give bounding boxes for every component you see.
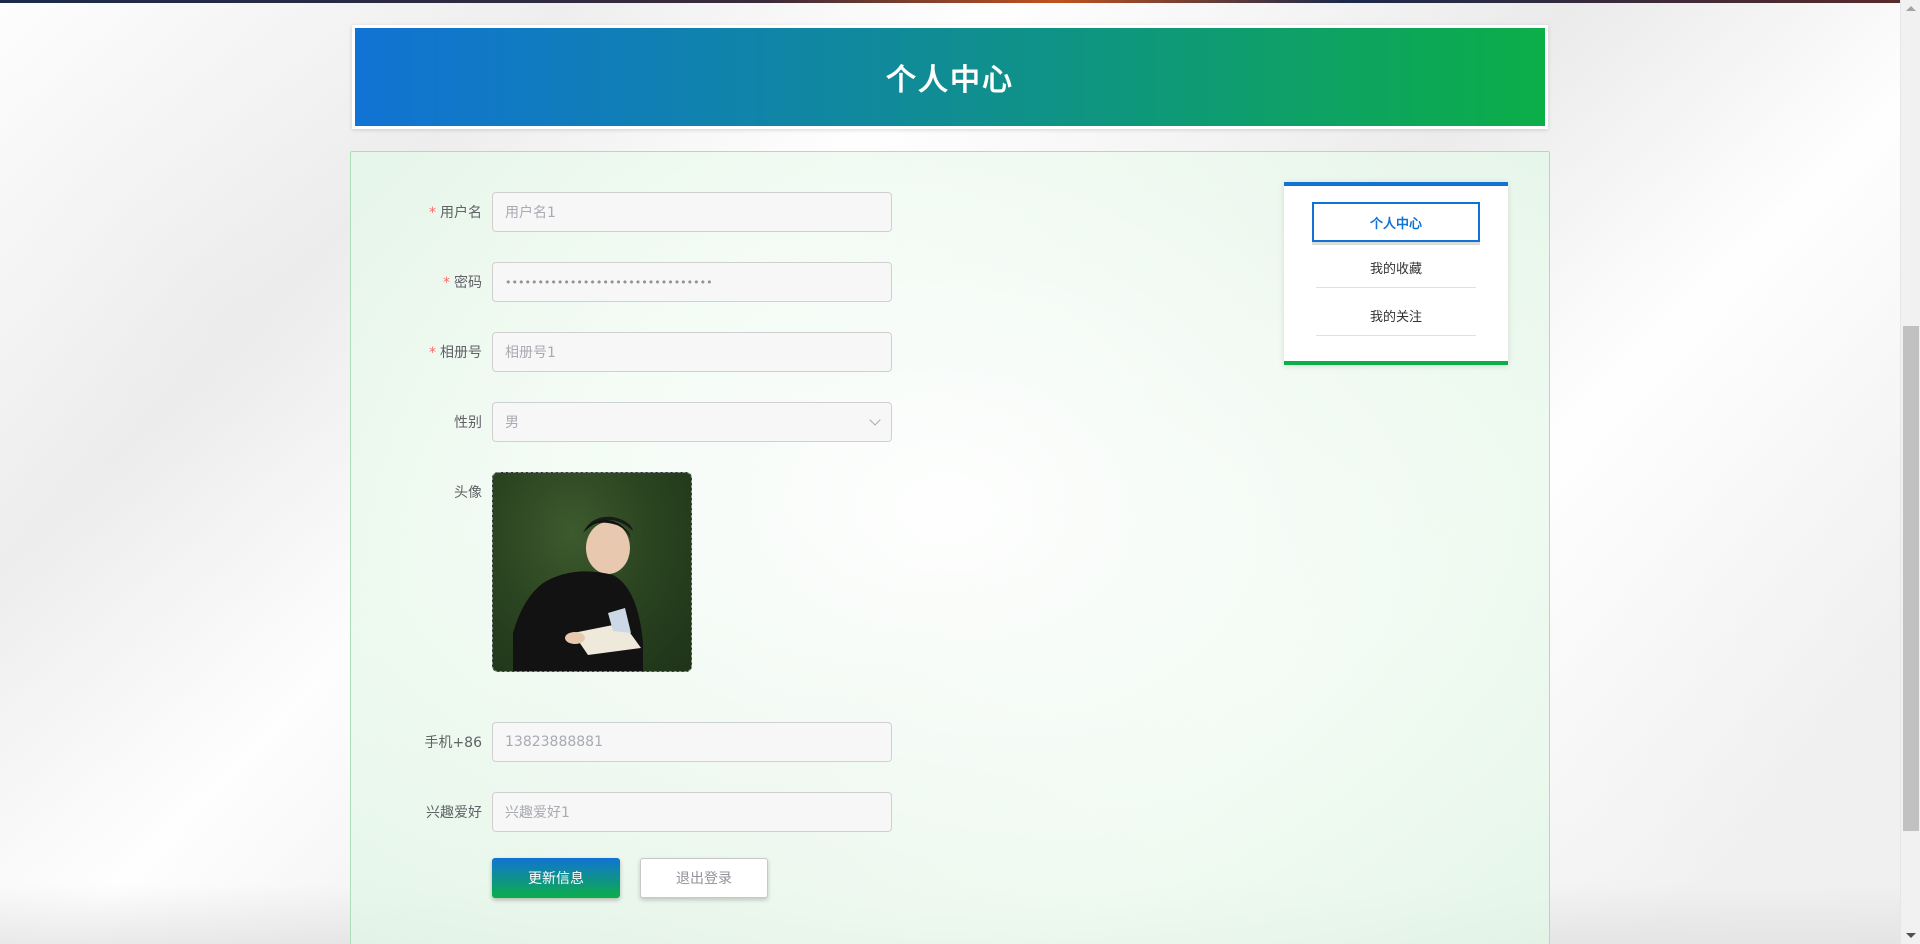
avatar-label: 头像 xyxy=(454,485,482,501)
avatar-upload[interactable] xyxy=(492,472,692,672)
required-mark: * xyxy=(429,345,436,361)
required-mark: * xyxy=(443,275,450,291)
page-title: 个人中心 xyxy=(886,63,1014,98)
album-label: * 相册号 xyxy=(429,345,482,361)
page-scrollbar[interactable] xyxy=(1900,0,1920,944)
avatar-row: 头像 xyxy=(351,472,692,672)
update-info-button[interactable]: 更新信息 xyxy=(492,858,620,898)
scroll-up-icon[interactable] xyxy=(1906,6,1916,11)
album-input[interactable]: 相册号1 xyxy=(492,332,892,372)
username-label: * 用户名 xyxy=(429,205,482,221)
top-decor-strip xyxy=(0,0,1920,3)
profile-panel: * 用户名 用户名1 * 密码 ••••••••••••••••••••••••••… xyxy=(350,151,1550,944)
gender-select[interactable]: 男 xyxy=(492,402,892,442)
username-row: * 用户名 用户名1 xyxy=(351,192,892,232)
side-item-profile[interactable]: 个人中心 xyxy=(1312,202,1480,242)
gender-row: 性别 男 xyxy=(351,402,892,442)
username-input[interactable]: 用户名1 xyxy=(492,192,892,232)
hobby-row: 兴趣爱好 兴趣爱好1 xyxy=(351,792,892,832)
password-input[interactable]: •••••••••••••••••••••••••••••••• xyxy=(492,262,892,302)
chevron-down-icon xyxy=(869,414,881,426)
required-mark: * xyxy=(429,205,436,221)
album-row: * 相册号 相册号1 xyxy=(351,332,892,372)
password-label: * 密码 xyxy=(443,275,482,291)
avatar-image xyxy=(513,516,643,671)
logout-button[interactable]: 退出登录 xyxy=(640,858,768,898)
password-row: * 密码 •••••••••••••••••••••••••••••••• xyxy=(351,262,892,302)
scroll-down-icon[interactable] xyxy=(1906,933,1916,938)
phone-input[interactable]: 13823888881 xyxy=(492,722,892,762)
page-header: 个人中心 xyxy=(352,25,1548,129)
gender-label: 性别 xyxy=(454,415,482,431)
side-menu: 个人中心 我的收藏 我的关注 xyxy=(1284,182,1508,365)
side-item-favorites[interactable]: 我的收藏 xyxy=(1316,248,1476,288)
scrollbar-thumb[interactable] xyxy=(1903,326,1919,831)
side-item-following[interactable]: 我的关注 xyxy=(1316,296,1476,336)
phone-row: 手机+86 13823888881 xyxy=(351,722,892,762)
hobby-input[interactable]: 兴趣爱好1 xyxy=(492,792,892,832)
phone-label: 手机+86 xyxy=(424,735,482,751)
hobby-label: 兴趣爱好 xyxy=(426,805,482,821)
